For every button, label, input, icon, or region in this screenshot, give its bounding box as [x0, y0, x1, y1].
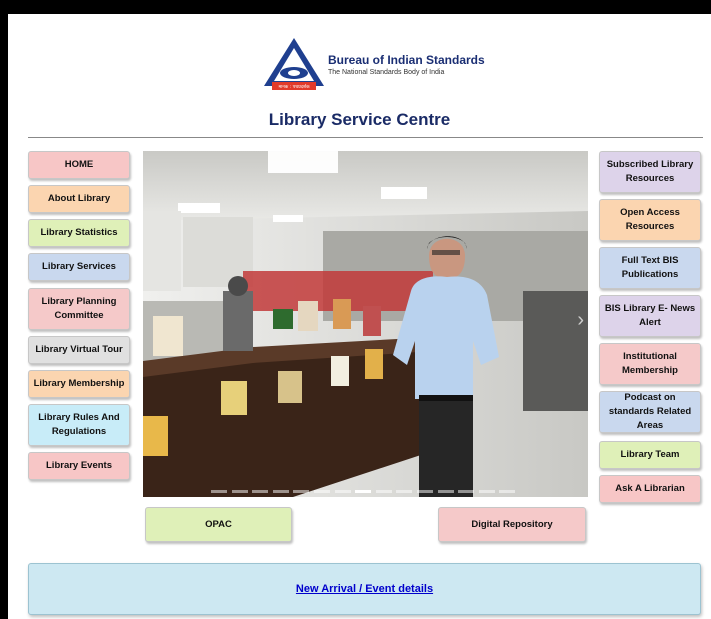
carousel-indicator[interactable] [458, 490, 475, 493]
carousel-indicator[interactable] [211, 490, 227, 493]
page: मानक : पथप्रदर्शक Bureau of Indian Stand… [8, 14, 711, 619]
carousel-indicator[interactable] [252, 490, 269, 493]
carousel-indicator[interactable] [334, 490, 351, 493]
menu-button-library-virtual-tour[interactable]: Library Virtual Tour [28, 336, 130, 364]
menu-button-library-team[interactable]: Library Team [599, 441, 701, 469]
carousel-indicator[interactable] [375, 490, 392, 493]
opac-button[interactable]: OPAC [145, 507, 292, 542]
header-divider [28, 137, 703, 138]
bis-logo: मानक : पथप्रदर्शक [264, 38, 324, 90]
carousel-indicator[interactable] [293, 490, 310, 493]
page-title: Library Service Centre [268, 110, 451, 129]
menu-button-library-statistics[interactable]: Library Statistics [28, 219, 130, 247]
header: मानक : पथप्रदर्शक Bureau of Indian Stand… [8, 14, 711, 139]
menu-button-open-access-resources[interactable]: Open Access Resources [599, 199, 701, 241]
menu-button-enews-alert[interactable]: BIS Library E- News Alert [599, 295, 701, 337]
menu-button-library-membership[interactable]: Library Membership [28, 370, 130, 398]
carousel-next-icon[interactable]: › [577, 309, 584, 332]
menu-button-library-planning-committee[interactable]: Library Planning Committee [28, 288, 130, 330]
carousel-indicator[interactable] [499, 490, 516, 493]
carousel-indicator[interactable] [355, 490, 372, 493]
carousel-indicators [211, 480, 521, 493]
digital-repository-button[interactable]: Digital Repository [438, 507, 586, 542]
menu-button-library-rules[interactable]: Library Rules And Regulations [28, 404, 130, 446]
menu-button-home[interactable]: HOME [28, 151, 130, 179]
org-name: Bureau of Indian Standards [328, 53, 485, 67]
carousel-indicator[interactable] [313, 490, 330, 493]
carousel-indicator[interactable] [416, 490, 433, 493]
org-tagline: The National Standards Body of India [328, 69, 445, 76]
news-banner: New Arrival / Event details [28, 563, 701, 615]
carousel-indicator[interactable] [478, 490, 495, 493]
carousel-indicator[interactable] [437, 490, 454, 493]
carousel-indicator[interactable] [396, 490, 413, 493]
logo-caption: मानक : पथप्रदर्शक [278, 83, 310, 90]
menu-button-podcast[interactable]: Podcast on standards Related Areas [599, 391, 701, 433]
image-carousel[interactable]: › [143, 151, 588, 497]
menu-button-subscribed-resources[interactable]: Subscribed Library Resources [599, 151, 701, 193]
menu-button-library-events[interactable]: Library Events [28, 452, 130, 480]
menu-button-about-library[interactable]: About Library [28, 185, 130, 213]
menu-button-ask-a-librarian[interactable]: Ask A Librarian [599, 475, 701, 503]
menu-button-library-services[interactable]: Library Services [28, 253, 130, 281]
menu-button-full-text-publications[interactable]: Full Text BIS Publications [599, 247, 701, 289]
menu-button-institutional-membership[interactable]: Institutional Membership [599, 343, 701, 385]
new-arrival-link[interactable]: New Arrival / Event details [296, 583, 433, 595]
carousel-slide-image [143, 151, 588, 497]
carousel-indicator[interactable] [231, 490, 248, 493]
carousel-indicator[interactable] [272, 490, 289, 493]
